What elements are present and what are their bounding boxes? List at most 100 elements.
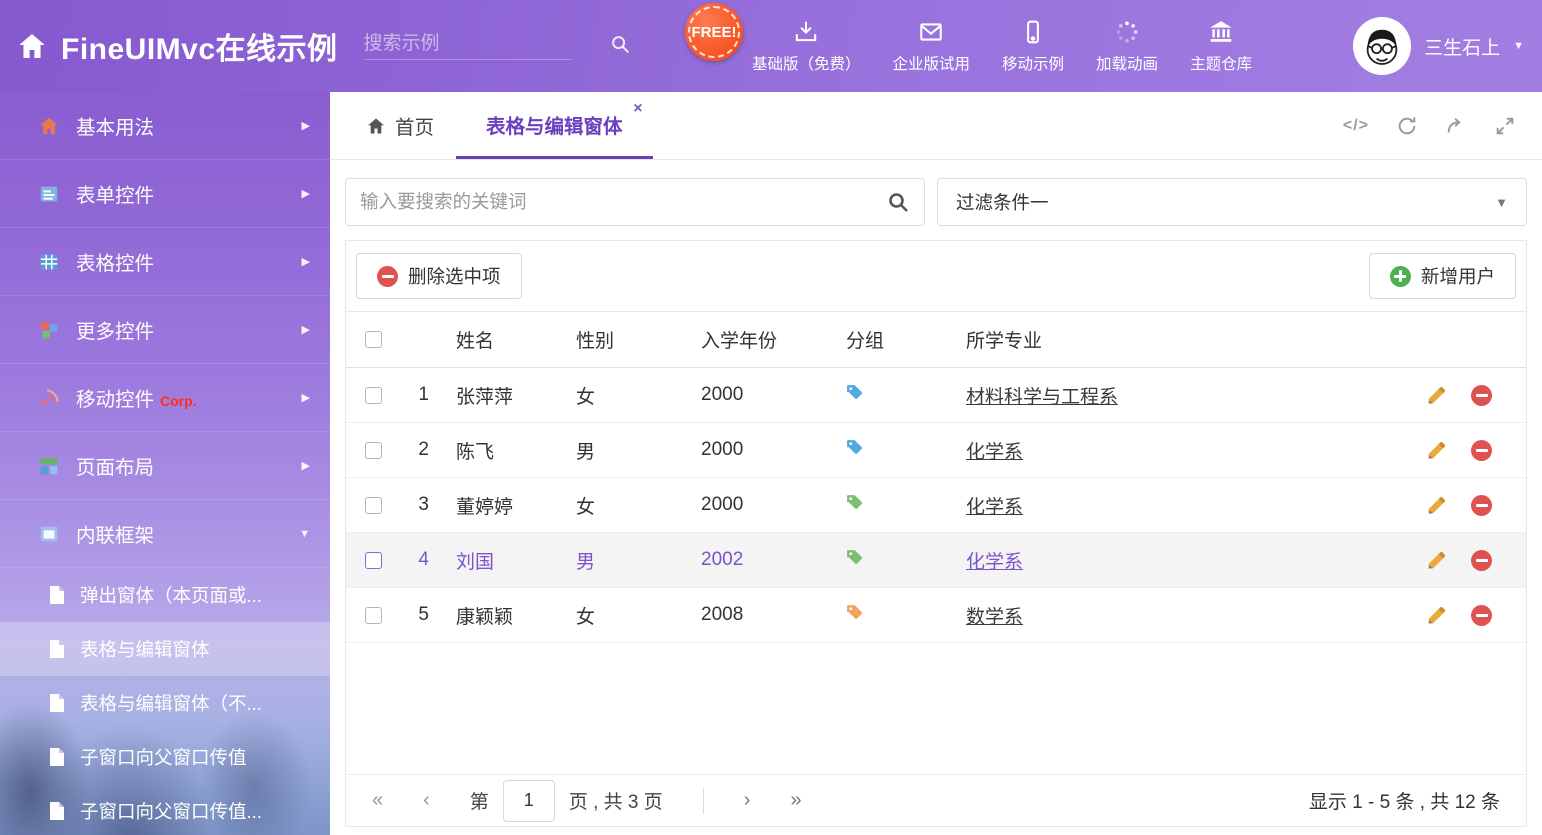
sidebar-subitem-grid-edit-window-2[interactable]: 表格与编辑窗体（不...	[0, 676, 330, 730]
header-nav: 基础版（免费） 企业版试用 移动示例 加载动画	[752, 0, 1252, 92]
tab-label: 表格与编辑窗体	[486, 110, 623, 139]
nav-mobile-demo[interactable]: 移动示例	[1002, 19, 1064, 74]
sidebar-item-inline-frame[interactable]: 内联框架 ▼	[0, 500, 330, 568]
main-area: 首页 表格与编辑窗体 × </>	[330, 92, 1542, 835]
sidebar-subitem-child-to-parent-2[interactable]: 子窗口向父窗口传值...	[0, 784, 330, 835]
major-link[interactable]: 化学系	[966, 552, 1023, 573]
prev-page-button[interactable]: ‹	[423, 789, 430, 812]
table-row[interactable]: 2 陈飞 男 2000 化学系	[346, 423, 1526, 478]
table-row[interactable]: 3 董婷婷 女 2000 化学系	[346, 478, 1526, 533]
pagination-bar: « ‹ 第 页 , 共 3 页 › » 显示 1 - 5 条 , 共 12 条	[346, 774, 1526, 826]
sidebar-subitem-grid-edit-window[interactable]: 表格与编辑窗体	[0, 622, 330, 676]
chevron-down-icon: ▼	[1513, 40, 1524, 52]
row-checkbox[interactable]	[365, 607, 382, 624]
sidebar-item-form-controls[interactable]: 表单控件 ▶	[0, 160, 330, 228]
app-root: FineUIMvc在线示例 FREE! 基础版（免费） 企业版试用	[0, 0, 1542, 835]
header-year: 入学年份	[688, 326, 833, 353]
content: 过滤条件一 ▼ 删除选中项 新增用户	[330, 160, 1542, 835]
sidebar-item-more-controls[interactable]: 更多控件 ▶	[0, 296, 330, 364]
table-header-row: 姓名 性别 入学年份 分组 所学专业	[346, 312, 1526, 368]
sidebar-subitem-popup-window[interactable]: 弹出窗体（本页面或...	[0, 568, 330, 622]
page-prefix-label: 第	[470, 787, 489, 814]
plus-circle-icon	[1390, 266, 1411, 287]
add-user-button[interactable]: 新增用户	[1369, 253, 1516, 299]
edit-icon[interactable]	[1426, 550, 1447, 571]
select-all-checkbox[interactable]	[365, 331, 382, 348]
nav-label: 基础版（免费）	[752, 52, 861, 74]
cell-year: 2000	[688, 384, 833, 406]
major-link[interactable]: 化学系	[966, 497, 1023, 518]
nav-enterprise-trial[interactable]: 企业版试用	[893, 19, 971, 74]
page-number-input[interactable]	[503, 780, 555, 822]
brand[interactable]: FineUIMvc在线示例	[0, 24, 338, 68]
delete-icon[interactable]	[1471, 550, 1492, 571]
search-icon[interactable]	[886, 190, 910, 214]
delete-icon[interactable]	[1471, 385, 1492, 406]
sidebar-subitem-child-to-parent[interactable]: 子窗口向父窗口传值	[0, 730, 330, 784]
mobile-signal-icon	[38, 387, 60, 409]
cell-name: 董婷婷	[443, 492, 563, 519]
table-row[interactable]: 5 康颖颖 女 2008 数学系	[346, 588, 1526, 643]
tabbar-actions: </>	[1343, 92, 1528, 159]
close-icon[interactable]: ×	[633, 101, 642, 117]
last-page-button[interactable]: »	[790, 789, 801, 812]
nav-theme-store[interactable]: 主题仓库	[1190, 19, 1252, 74]
tab-home[interactable]: 首页	[344, 92, 456, 159]
edit-icon[interactable]	[1426, 495, 1447, 516]
code-icon[interactable]: </>	[1343, 117, 1369, 135]
major-link[interactable]: 数学系	[966, 607, 1023, 628]
sidebar-item-mobile-controls[interactable]: 移动控件 Corp. ▶	[0, 364, 330, 432]
layout-icon	[38, 455, 60, 477]
home-icon	[16, 30, 48, 62]
refresh-icon[interactable]	[1396, 115, 1418, 137]
search-icon[interactable]	[609, 33, 631, 55]
edit-icon[interactable]	[1426, 605, 1447, 626]
row-checkbox[interactable]	[365, 442, 382, 459]
sidebar-item-label: 更多控件	[76, 315, 154, 344]
cell-gender: 男	[563, 437, 688, 464]
row-checkbox[interactable]	[365, 387, 382, 404]
nav-basic-free[interactable]: 基础版（免费）	[752, 19, 861, 74]
delete-selected-button[interactable]: 删除选中项	[356, 253, 522, 299]
sidebar-item-grid-controls[interactable]: 表格控件 ▶	[0, 228, 330, 296]
nav-loading-animation[interactable]: 加载动画	[1096, 19, 1158, 74]
delete-icon[interactable]	[1471, 495, 1492, 516]
edit-icon[interactable]	[1426, 440, 1447, 461]
file-icon	[48, 747, 66, 767]
cell-year: 2002	[688, 549, 833, 571]
sidebar-subitem-label: 子窗口向父窗口传值	[80, 744, 247, 770]
header-search-input[interactable]	[364, 33, 609, 55]
delete-selected-label: 删除选中项	[408, 263, 501, 289]
frame-icon	[38, 523, 60, 545]
share-icon[interactable]	[1445, 115, 1467, 137]
sidebar-item-basic-usage[interactable]: 基本用法 ▶	[0, 92, 330, 160]
free-badge: FREE!	[685, 3, 743, 61]
major-link[interactable]: 材料科学与工程系	[966, 387, 1118, 408]
cell-gender: 女	[563, 602, 688, 629]
major-link[interactable]: 化学系	[966, 442, 1023, 463]
table-row[interactable]: 1 张萍萍 女 2000 材料科学与工程系	[346, 368, 1526, 423]
sidebar-item-page-layout[interactable]: 页面布局 ▶	[0, 432, 330, 500]
next-page-button[interactable]: ›	[744, 789, 751, 812]
sidebar-item-label: 内联框架	[76, 519, 154, 548]
tag-icon	[846, 494, 863, 511]
cubes-icon	[38, 319, 60, 341]
file-icon	[48, 585, 66, 605]
download-icon	[793, 19, 819, 45]
user-menu[interactable]: 三生石上 ▼	[1353, 0, 1524, 92]
delete-icon[interactable]	[1471, 440, 1492, 461]
chevron-right-icon: ▶	[302, 255, 310, 268]
expand-icon[interactable]	[1494, 115, 1516, 137]
edit-icon[interactable]	[1426, 385, 1447, 406]
tab-grid-edit-window[interactable]: 表格与编辑窗体 ×	[456, 92, 653, 159]
cell-name: 康颖颖	[443, 602, 563, 629]
table-row-selected[interactable]: 4 刘国 男 2002 化学系	[346, 533, 1526, 588]
chevron-down-icon: ▼	[1495, 195, 1508, 210]
filter-dropdown[interactable]: 过滤条件一 ▼	[937, 178, 1527, 226]
delete-icon[interactable]	[1471, 605, 1492, 626]
row-checkbox[interactable]	[365, 552, 382, 569]
row-number: 1	[401, 384, 443, 406]
keyword-search-input[interactable]	[360, 191, 886, 213]
row-checkbox[interactable]	[365, 497, 382, 514]
first-page-button[interactable]: «	[372, 789, 383, 812]
